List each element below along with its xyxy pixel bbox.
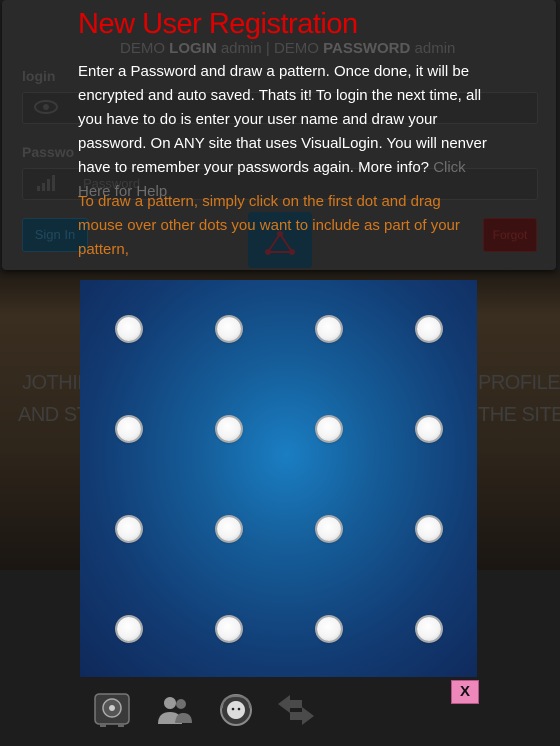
pattern-dot[interactable] [317, 417, 341, 441]
forgot-button[interactable]: Forgot [483, 218, 537, 252]
support-agent-icon[interactable] [216, 692, 256, 728]
registration-title: New User Registration [78, 8, 358, 40]
users-icon[interactable] [155, 692, 195, 728]
pattern-dot[interactable] [417, 417, 441, 441]
pattern-dot[interactable] [117, 517, 141, 541]
pattern-dot[interactable] [217, 417, 241, 441]
pattern-dot[interactable] [317, 517, 341, 541]
safe-icon[interactable] [92, 692, 132, 728]
pattern-dot[interactable] [417, 617, 441, 641]
pattern-dot[interactable] [317, 317, 341, 341]
background-text-right-2: THE SITE [478, 404, 560, 426]
background-text-right-1: PROFILE [478, 372, 560, 394]
pattern-dot[interactable] [417, 317, 441, 341]
pattern-dot[interactable] [117, 417, 141, 441]
pattern-dot[interactable] [417, 517, 441, 541]
pattern-dot[interactable] [217, 517, 241, 541]
pattern-dot[interactable] [217, 317, 241, 341]
pattern-dot[interactable] [317, 617, 341, 641]
pattern-dot[interactable] [217, 617, 241, 641]
instructions-text: Enter a Password and draw a pattern. Onc… [78, 63, 487, 176]
swap-arrows-icon[interactable] [276, 692, 316, 728]
background-text-left-1: JOTHII [22, 372, 83, 394]
pattern-pad[interactable] [80, 280, 477, 677]
pattern-dot[interactable] [117, 317, 141, 341]
demo-credentials: DEMO LOGIN admin | DEMO PASSWORD admin [120, 40, 456, 57]
signal-bars-icon [37, 175, 55, 191]
pattern-tip: To draw a pattern, simply click on the f… [78, 193, 460, 258]
password-label: Passwo [22, 144, 75, 160]
registration-instructions: Enter a Password and draw a pattern. Onc… [78, 60, 488, 204]
eye-icon [34, 100, 58, 114]
pattern-dot[interactable] [117, 617, 141, 641]
login-label: login [22, 68, 56, 84]
close-button[interactable]: X [451, 680, 479, 704]
